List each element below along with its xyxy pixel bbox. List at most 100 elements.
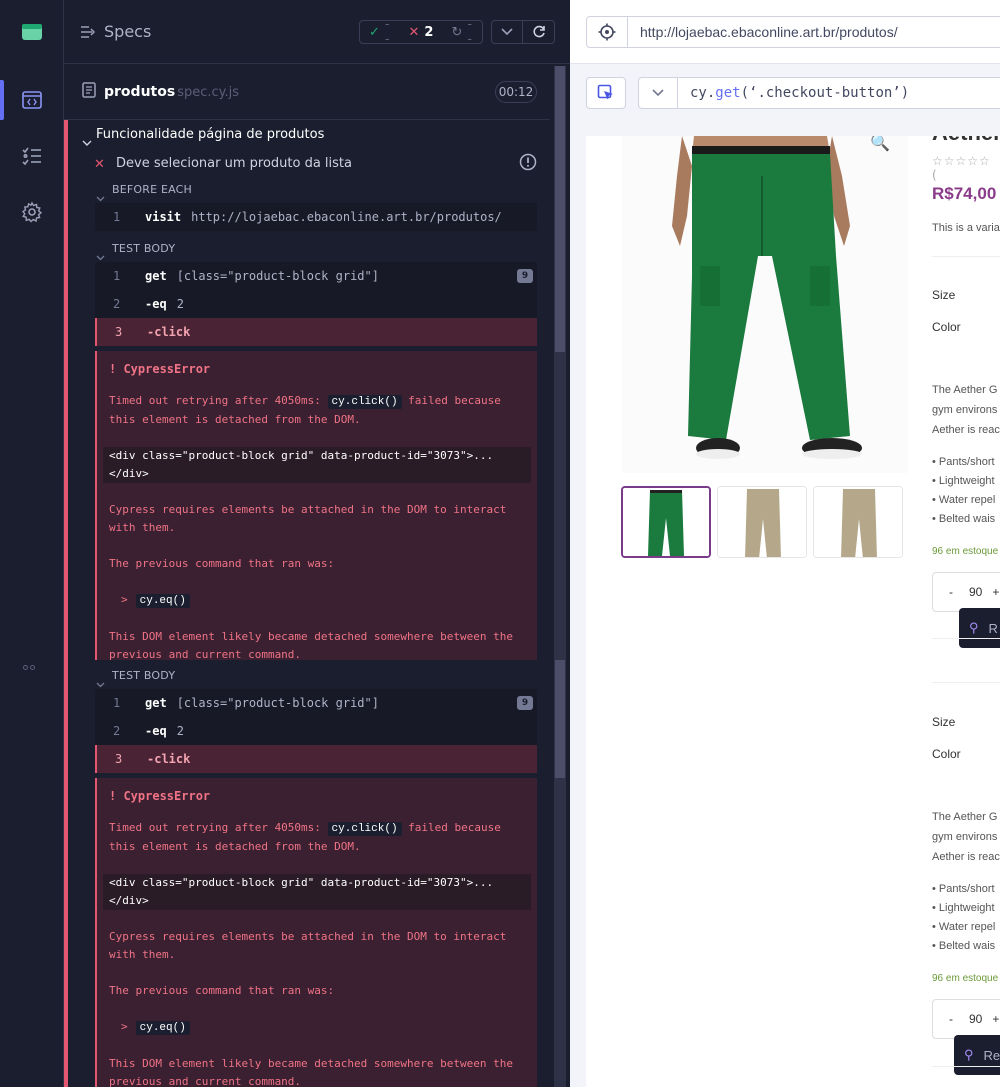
test-title[interactable]: Deve selecionar um produto da lista bbox=[116, 156, 352, 171]
command-row[interactable]: 1 get [class="product-block grid"] 9 bbox=[95, 262, 537, 290]
feature-bullet: • Water repel bbox=[932, 921, 996, 933]
rating-stars-icon: ☆☆☆☆☆ ( bbox=[932, 154, 991, 182]
selector-playground-icon[interactable] bbox=[586, 16, 628, 48]
error-message: Timed out retrying after 4050ms: cy.clic… bbox=[109, 821, 508, 853]
error-detail: Cypress requires elements be attached in… bbox=[109, 503, 513, 534]
qty-value[interactable]: 90 bbox=[969, 1012, 982, 1026]
command-message: 2 bbox=[176, 724, 184, 738]
settings-gear-icon[interactable] bbox=[18, 198, 46, 226]
chevron-down-icon[interactable] bbox=[638, 77, 678, 109]
command-name: -eq bbox=[145, 297, 167, 311]
hook-title[interactable]: BEFORE EACH bbox=[112, 183, 192, 196]
error-title[interactable]: ! CypressError bbox=[109, 787, 525, 805]
description-line: gym environs bbox=[932, 831, 998, 843]
feature-bullet: • Water repel bbox=[932, 494, 996, 506]
qty-value[interactable]: 90 bbox=[969, 585, 982, 599]
error-panel: ! CypressError Timed out retrying after … bbox=[95, 351, 537, 660]
failed-x-icon: ✕ bbox=[94, 157, 105, 172]
description-line: Aether is reac bbox=[932, 851, 1000, 863]
chevron-down-icon[interactable] bbox=[82, 131, 92, 150]
product-thumbnail[interactable] bbox=[813, 486, 903, 558]
command-row[interactable]: 1 get [class="product-block grid"] 9 bbox=[95, 689, 537, 717]
pending-stat: ↻ -- bbox=[442, 17, 482, 47]
run-controls bbox=[491, 20, 555, 44]
snapshot-pin[interactable]: ⚲ R bbox=[959, 608, 1000, 648]
specs-nav-icon[interactable] bbox=[18, 86, 46, 114]
command-row[interactable]: 1 visit http://lojaebac.ebaconline.art.b… bbox=[95, 203, 537, 231]
zoom-icon[interactable]: 🔍 bbox=[870, 136, 890, 152]
spec-extension: spec.cy.js bbox=[177, 85, 239, 100]
element-picker-icon[interactable] bbox=[586, 77, 626, 109]
command-message: [class="product-block grid"] bbox=[176, 269, 379, 283]
passed-count: -- bbox=[384, 17, 390, 47]
error-element: <div class="product-block grid" data-pro… bbox=[103, 447, 531, 483]
command-number: 1 bbox=[113, 210, 121, 224]
element-count-badge: 9 bbox=[517, 269, 533, 283]
command-number: 2 bbox=[113, 297, 121, 311]
command-name: get bbox=[145, 696, 167, 710]
color-label: Color bbox=[932, 320, 961, 334]
error-panel: ! CypressError Timed out retrying after … bbox=[95, 778, 537, 1087]
specs-title[interactable]: Specs bbox=[104, 22, 151, 41]
aut-iframe: 🔍 Aether ☆☆☆☆☆ ( R$74,00 This is a varia… bbox=[586, 136, 1000, 1087]
failed-stat: ✕ 2 bbox=[400, 21, 443, 43]
error-detail: Cypress requires elements be attached in… bbox=[109, 930, 513, 961]
pin-icon: ⚲ bbox=[969, 620, 979, 635]
qty-minus-button[interactable]: - bbox=[949, 585, 953, 599]
product-price: R$74,00 bbox=[932, 184, 997, 203]
spec-header: produtos spec.cy.js 00:12 bbox=[64, 64, 550, 120]
qty-plus-button[interactable]: + bbox=[992, 585, 999, 599]
feature-bullet: • Belted wais bbox=[932, 513, 996, 525]
quantity-stepper[interactable]: - 90 + bbox=[932, 572, 1000, 612]
description-line: The Aether G bbox=[932, 384, 998, 396]
snapshot-pin[interactable]: ⚲ Re bbox=[954, 1035, 1000, 1075]
app-under-test-panel: http://lojaebac.ebaconline.art.br/produt… bbox=[570, 0, 1000, 1087]
spec-name-text: produtos bbox=[104, 84, 176, 100]
chevron-down-icon[interactable] bbox=[492, 21, 524, 43]
spec-name: produtos spec.cy.js bbox=[104, 84, 239, 100]
command-message: [class="product-block grid"] bbox=[176, 696, 379, 710]
qty-plus-button[interactable]: + bbox=[992, 1012, 999, 1026]
scrollbar-thumb[interactable] bbox=[555, 66, 565, 352]
command-message: http://lojaebac.ebaconline.art.br/produt… bbox=[191, 210, 502, 224]
pin-icon: ⚲ bbox=[964, 1047, 974, 1062]
command-message: 2 bbox=[176, 297, 184, 311]
divider bbox=[932, 256, 1000, 257]
quantity-stepper[interactable]: - 90 + bbox=[932, 999, 1000, 1039]
error-detail: This DOM element likely became detached … bbox=[109, 1057, 520, 1087]
command-row-failed[interactable]: 3 -click bbox=[95, 318, 537, 346]
product-title: Aether bbox=[932, 136, 1000, 146]
suite-title[interactable]: Funcionalidade página de produtos bbox=[96, 127, 324, 142]
active-indicator bbox=[0, 80, 4, 120]
product-image[interactable] bbox=[622, 136, 908, 473]
feature-bullet: • Pants/short bbox=[932, 456, 995, 468]
specs-toggle-icon[interactable] bbox=[80, 24, 96, 43]
alert-icon[interactable] bbox=[519, 153, 537, 175]
error-element: <div class="product-block grid" data-pro… bbox=[103, 874, 531, 910]
scrollbar-thumb[interactable] bbox=[555, 660, 565, 778]
restart-icon[interactable] bbox=[523, 21, 554, 43]
error-title[interactable]: ! CypressError bbox=[109, 360, 525, 378]
command-row-failed[interactable]: 3 -click bbox=[95, 745, 537, 773]
hook-title[interactable]: TEST BODY bbox=[112, 669, 175, 682]
selector-playground: cy.get(‘.checkout-button’) bbox=[570, 64, 1000, 122]
cypress-logo-icon[interactable] bbox=[18, 18, 46, 46]
product-thumbnail[interactable] bbox=[621, 486, 711, 558]
hook-title[interactable]: TEST BODY bbox=[112, 242, 175, 255]
command-number: 2 bbox=[113, 724, 121, 738]
short-description: This is a varia bbox=[932, 222, 1000, 234]
product-thumbnail[interactable] bbox=[717, 486, 807, 558]
command-row[interactable]: 2 -eq 2 bbox=[95, 717, 537, 745]
pending-icon: ↻ bbox=[451, 24, 463, 40]
spec-duration: 00:12 bbox=[495, 81, 537, 103]
command-number: 1 bbox=[113, 269, 121, 283]
url-field[interactable]: http://lojaebac.ebaconline.art.br/produt… bbox=[627, 16, 1000, 48]
runs-nav-icon[interactable] bbox=[18, 142, 46, 170]
command-row[interactable]: 2 -eq 2 bbox=[95, 290, 537, 318]
description-line: Aether is reac bbox=[932, 424, 1000, 436]
error-detail: The previous command that ran was: bbox=[109, 557, 335, 570]
previous-command: > cy.eq() bbox=[121, 591, 525, 610]
selector-input[interactable]: cy.get(‘.checkout-button’) bbox=[677, 77, 1000, 109]
stock-status: 96 em estoque bbox=[932, 973, 999, 984]
qty-minus-button[interactable]: - bbox=[949, 1012, 953, 1026]
